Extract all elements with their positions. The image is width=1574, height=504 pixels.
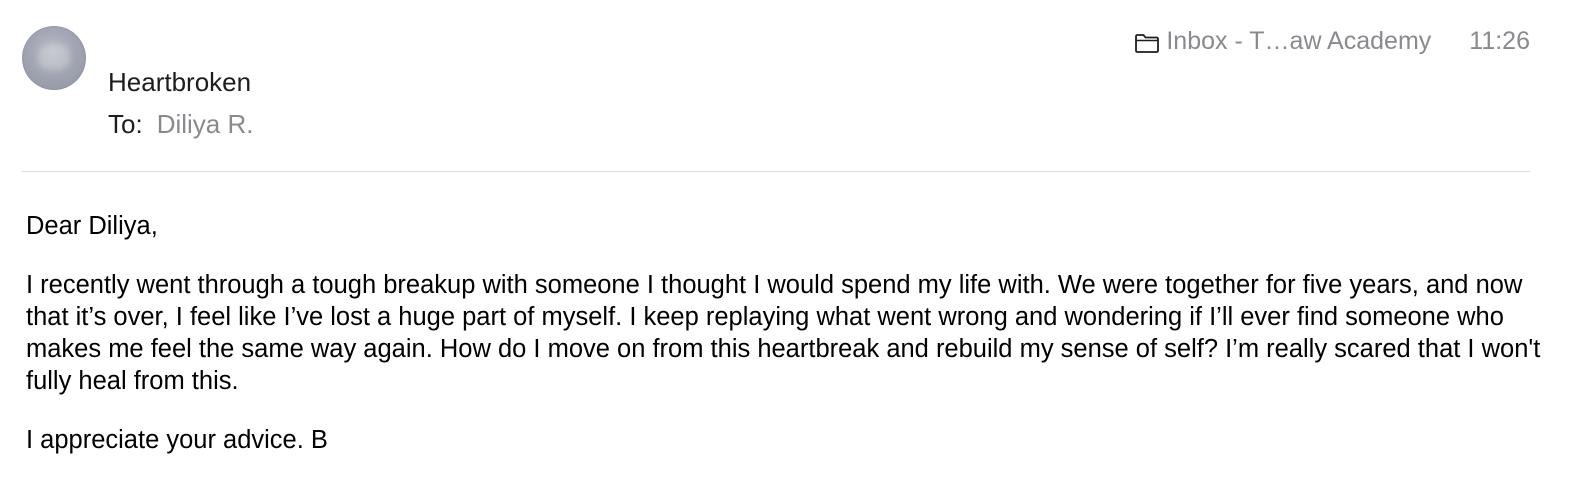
to-label: To: — [108, 109, 143, 139]
sender-avatar[interactable] — [22, 26, 86, 90]
mailbox-label[interactable]: Inbox - T…aw Academy — [1166, 25, 1431, 57]
header-divider — [22, 171, 1530, 172]
email-view: Heartbroken To: Diliya R. Inbox - T…aw A… — [0, 0, 1574, 504]
recipient-name[interactable]: Diliya R. — [157, 108, 254, 140]
body-paragraph: I recently went through a tough breakup … — [26, 271, 1541, 395]
email-subject: Heartbroken — [108, 67, 252, 97]
avatar-image — [38, 44, 70, 70]
greeting: Dear Diliya, — [26, 212, 158, 240]
folder-icon — [1134, 30, 1160, 53]
received-time: 11:26 — [1469, 27, 1530, 55]
closing: I appreciate your advice. B — [26, 426, 328, 454]
email-meta: Inbox - T…aw Academy 11:26 — [1134, 25, 1530, 57]
email-body: Dear Diliya, I recently went through a t… — [26, 210, 1556, 483]
recipient-row: To: Diliya R. — [108, 108, 253, 140]
